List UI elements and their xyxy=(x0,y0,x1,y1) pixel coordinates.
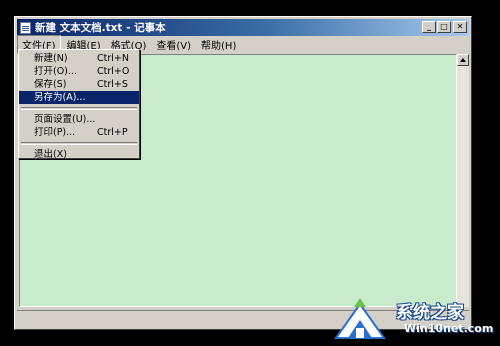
menu-separator xyxy=(21,107,137,110)
menu-item-label: 打开(O)... xyxy=(34,66,77,77)
menu-item-print[interactable]: 打印(P)... Ctrl+P xyxy=(19,126,139,139)
file-menu-dropdown: 新建(N) Ctrl+N 打开(O)... Ctrl+O 保存(S) Ctrl+… xyxy=(18,49,140,161)
arrow-up-icon[interactable] xyxy=(457,54,469,66)
menu-item-shortcut: Ctrl+O xyxy=(97,66,130,77)
menu-item-label: 页面设置(U)... xyxy=(34,114,96,125)
menu-item-open[interactable]: 打开(O)... Ctrl+O xyxy=(19,65,139,78)
window-title: 新建 文本文档.txt - 记事本 xyxy=(35,22,166,34)
menu-item-label: 退出(X) xyxy=(34,149,67,160)
vertical-scrollbar[interactable] xyxy=(457,54,469,307)
menu-item-new[interactable]: 新建(N) Ctrl+N xyxy=(19,52,139,65)
close-button[interactable]: ✕ xyxy=(453,21,467,33)
menu-item-label: 打印(P)... xyxy=(34,127,76,138)
menu-item-save[interactable]: 保存(S) Ctrl+S xyxy=(19,78,139,91)
menu-item-label: 新建(N) xyxy=(34,53,68,64)
title-bar[interactable]: 新建 文本文档.txt - 记事本 _ □ ✕ xyxy=(17,19,469,36)
menu-item-shortcut: Ctrl+P xyxy=(97,127,128,138)
notepad-icon[interactable] xyxy=(20,21,31,34)
minimize-button[interactable]: _ xyxy=(422,21,436,33)
menu-item-shortcut: Ctrl+N xyxy=(97,53,129,64)
menu-item-label: 保存(S) xyxy=(34,79,67,90)
watermark-title: 系统之家 xyxy=(396,303,464,323)
menu-item-label: 另存为(A)... xyxy=(34,92,86,103)
menu-item-exit[interactable]: 退出(X) xyxy=(19,148,139,161)
menu-separator xyxy=(21,142,137,145)
house-logo-icon xyxy=(334,298,386,339)
maximize-button[interactable]: □ xyxy=(437,21,451,33)
menu-help[interactable]: 帮助(H) xyxy=(197,36,240,53)
menu-item-save-as[interactable]: 另存为(A)... xyxy=(19,91,139,104)
watermark-url: Win10net.com xyxy=(404,322,494,335)
menu-item-page-setup[interactable]: 页面设置(U)... xyxy=(19,113,139,126)
watermark: 系统之家 Win10net.com xyxy=(330,296,498,342)
menu-view[interactable]: 查看(V) xyxy=(152,36,195,53)
caption-buttons: _ □ ✕ xyxy=(421,21,467,33)
menu-item-shortcut: Ctrl+S xyxy=(97,79,128,90)
